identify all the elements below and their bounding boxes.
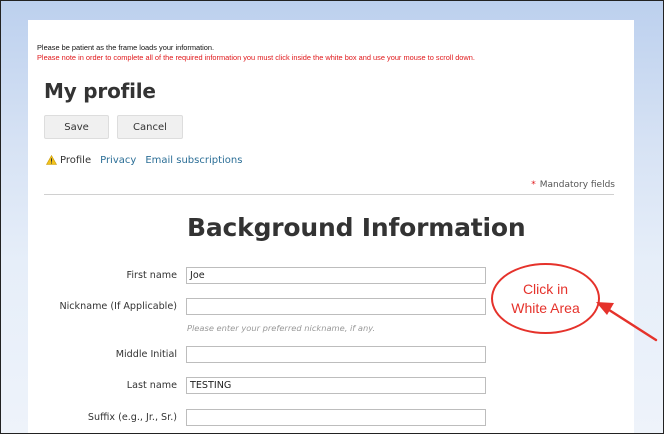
arrowhead-icon	[596, 302, 614, 315]
callout-arrow	[596, 302, 658, 342]
